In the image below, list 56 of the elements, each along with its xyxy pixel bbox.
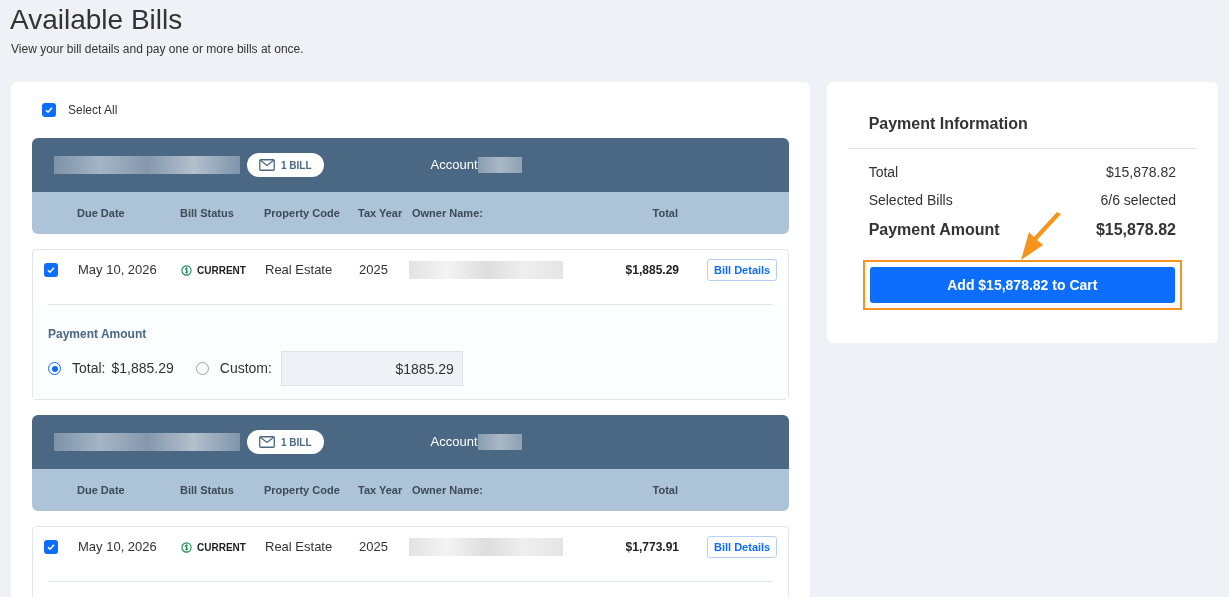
status-label: CURRENT [197, 540, 246, 555]
summary-value: $15,878.82 [1095, 220, 1176, 240]
summary-value: $15,878.82 [1105, 163, 1176, 182]
summary-label: Selected Bills [868, 191, 953, 210]
redacted-block [477, 157, 522, 173]
column-header: Tax Year [358, 205, 404, 221]
bill-details-button[interactable]: Bill Details [707, 536, 778, 558]
bill-total: $1,885.29 [624, 262, 679, 279]
due-date: May 10, 2026 [78, 538, 158, 557]
due-date: May 10, 2026 [78, 261, 158, 280]
dollar-circle-icon [181, 541, 192, 553]
column-header: Due Date [77, 482, 126, 498]
bill-count-badge: 1 BILL [247, 153, 324, 177]
select-all-label: Select All [68, 102, 118, 119]
dollar-circle-icon [181, 264, 192, 276]
checkbox[interactable] [44, 540, 58, 554]
column-header: Owner Name: [412, 205, 484, 221]
summary-value: 6/6 selected [1100, 191, 1176, 210]
column-header: Bill Status [180, 205, 235, 221]
status-label: CURRENT [197, 263, 246, 278]
checkbox[interactable] [44, 263, 58, 277]
option-label: Custom: [219, 359, 272, 378]
bill-total: $1,773.91 [624, 539, 679, 556]
bill-count-badge: 1 BILL [247, 430, 324, 454]
column-header: Total [651, 482, 678, 498]
envelope-icon [259, 159, 275, 171]
checkmark-icon [46, 265, 56, 275]
bill-details-button[interactable]: Bill Details [707, 259, 778, 281]
property-code: Real Estate [265, 538, 334, 557]
account-label: Account [430, 433, 478, 452]
column-header: Bill Status [180, 482, 235, 498]
column-header: Tax Year [358, 482, 404, 498]
page-subtitle: View your bill details and pay one or more bills at once. [11, 41, 305, 58]
tax-year: 2025 [359, 261, 389, 280]
column-header: Property Code [264, 205, 341, 221]
redacted-block [477, 434, 522, 450]
column-header: Property Code [264, 482, 341, 498]
checkmark-icon [44, 105, 54, 115]
envelope-icon [259, 436, 275, 448]
add-to-cart-button[interactable]: Add $15,878.82 to Cart [869, 267, 1175, 303]
page-title: Available Bills [10, 3, 184, 37]
column-header: Total [651, 205, 678, 221]
column-header: Owner Name: [412, 482, 484, 498]
checkbox[interactable] [42, 103, 56, 117]
column-header: Due Date [77, 205, 126, 221]
tax-year: 2025 [359, 538, 389, 557]
option-label: Total: [72, 359, 106, 378]
summary-label: Total [868, 163, 899, 182]
property-code: Real Estate [265, 261, 334, 280]
account-label: Account [430, 156, 478, 175]
checkmark-icon [46, 542, 56, 552]
custom-amount-field[interactable]: $1885.29 [280, 351, 463, 386]
option-amount: $1,885.29 [111, 359, 174, 378]
payment-info-title: Payment Information [847, 112, 1197, 149]
payment-amount-label: Payment Amount [48, 326, 148, 343]
summary-label: Payment Amount [868, 220, 1000, 240]
